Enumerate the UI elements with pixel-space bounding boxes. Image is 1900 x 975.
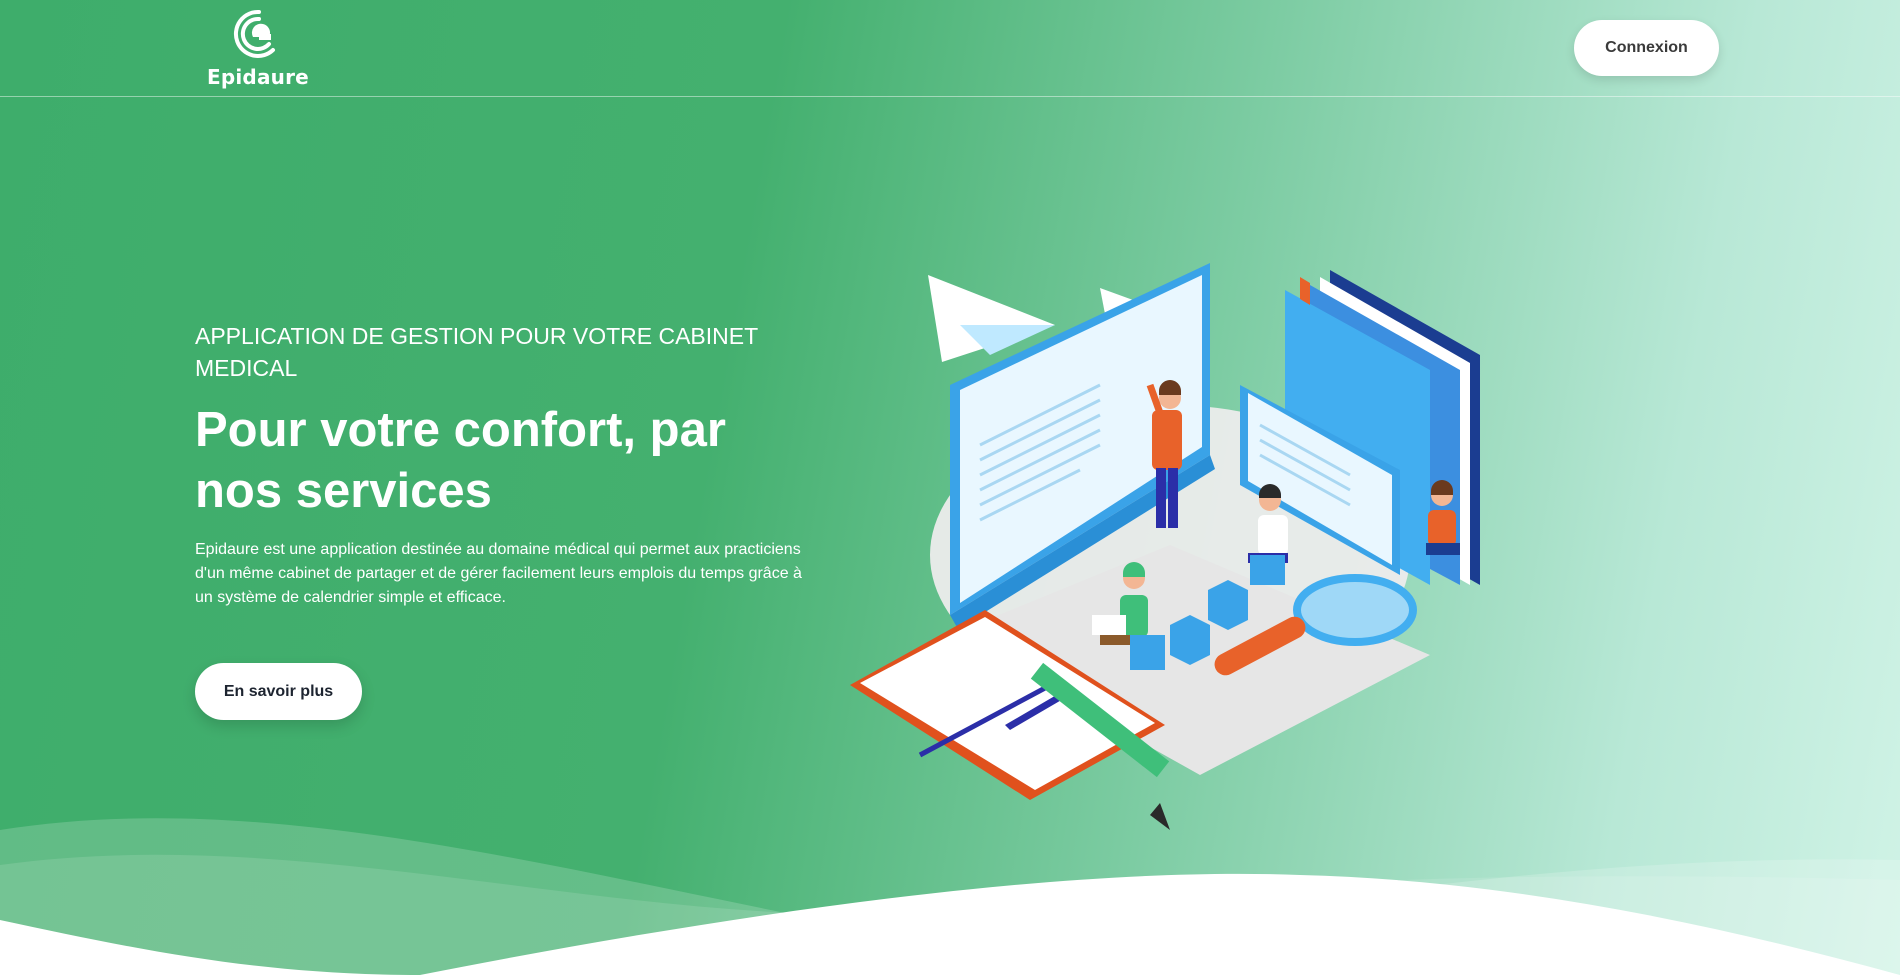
logo-text: Epidaure [207,65,309,89]
hero-eyebrow: APPLICATION DE GESTION POUR VOTRE CABINE… [195,323,758,381]
site-header: Epidaure Connexion [0,0,1900,97]
login-button[interactable]: Connexion [1574,20,1719,76]
logo[interactable]: Epidaure [207,8,309,89]
team-working-isometric-illustration [850,263,1480,830]
learn-more-button[interactable]: En savoir plus [195,663,362,720]
decorative-waves [0,818,1900,975]
epidaure-logo-icon [233,9,275,58]
hero-title: Pour votre confort, par nos services [195,403,726,518]
landing-page: Epidaure Connexion APPLICATION DE GESTIO… [0,0,1900,975]
hero-section: APPLICATION DE GESTION POUR VOTRE CABINE… [195,320,815,610]
hero-description: Epidaure est une application destinée au… [195,541,802,606]
